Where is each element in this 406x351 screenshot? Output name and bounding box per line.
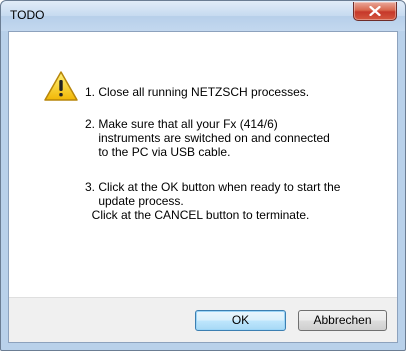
- warning-icon: [44, 71, 78, 101]
- close-button[interactable]: [353, 2, 397, 21]
- close-icon: [369, 6, 381, 16]
- dialog-content: 1. Close all running NETZSCH processes. …: [8, 31, 398, 343]
- dialog-window: TODO 1. Close all running NETZSCH proces…: [0, 0, 406, 351]
- cancel-button[interactable]: Abbrechen: [298, 310, 387, 331]
- step-2-line-3: to the PC via USB cable.: [85, 145, 231, 159]
- step-2-line-2: instruments are switched on and connecte…: [85, 131, 330, 145]
- button-bar: OK Abbrechen: [9, 297, 397, 342]
- step-3-line-2: update process.: [85, 194, 184, 208]
- step-3-line-1: 3. Click at the OK button when ready to …: [85, 180, 341, 194]
- step-1-text: 1. Close all running NETZSCH processes.: [85, 85, 310, 99]
- step-3-line-3: Click at the CANCEL button to terminate.: [85, 208, 310, 222]
- step-2-line-1: 2. Make sure that all your Fx (414/6): [85, 117, 278, 131]
- window-title: TODO: [10, 8, 45, 22]
- ok-button[interactable]: OK: [195, 310, 286, 331]
- title-bar[interactable]: TODO: [1, 1, 405, 31]
